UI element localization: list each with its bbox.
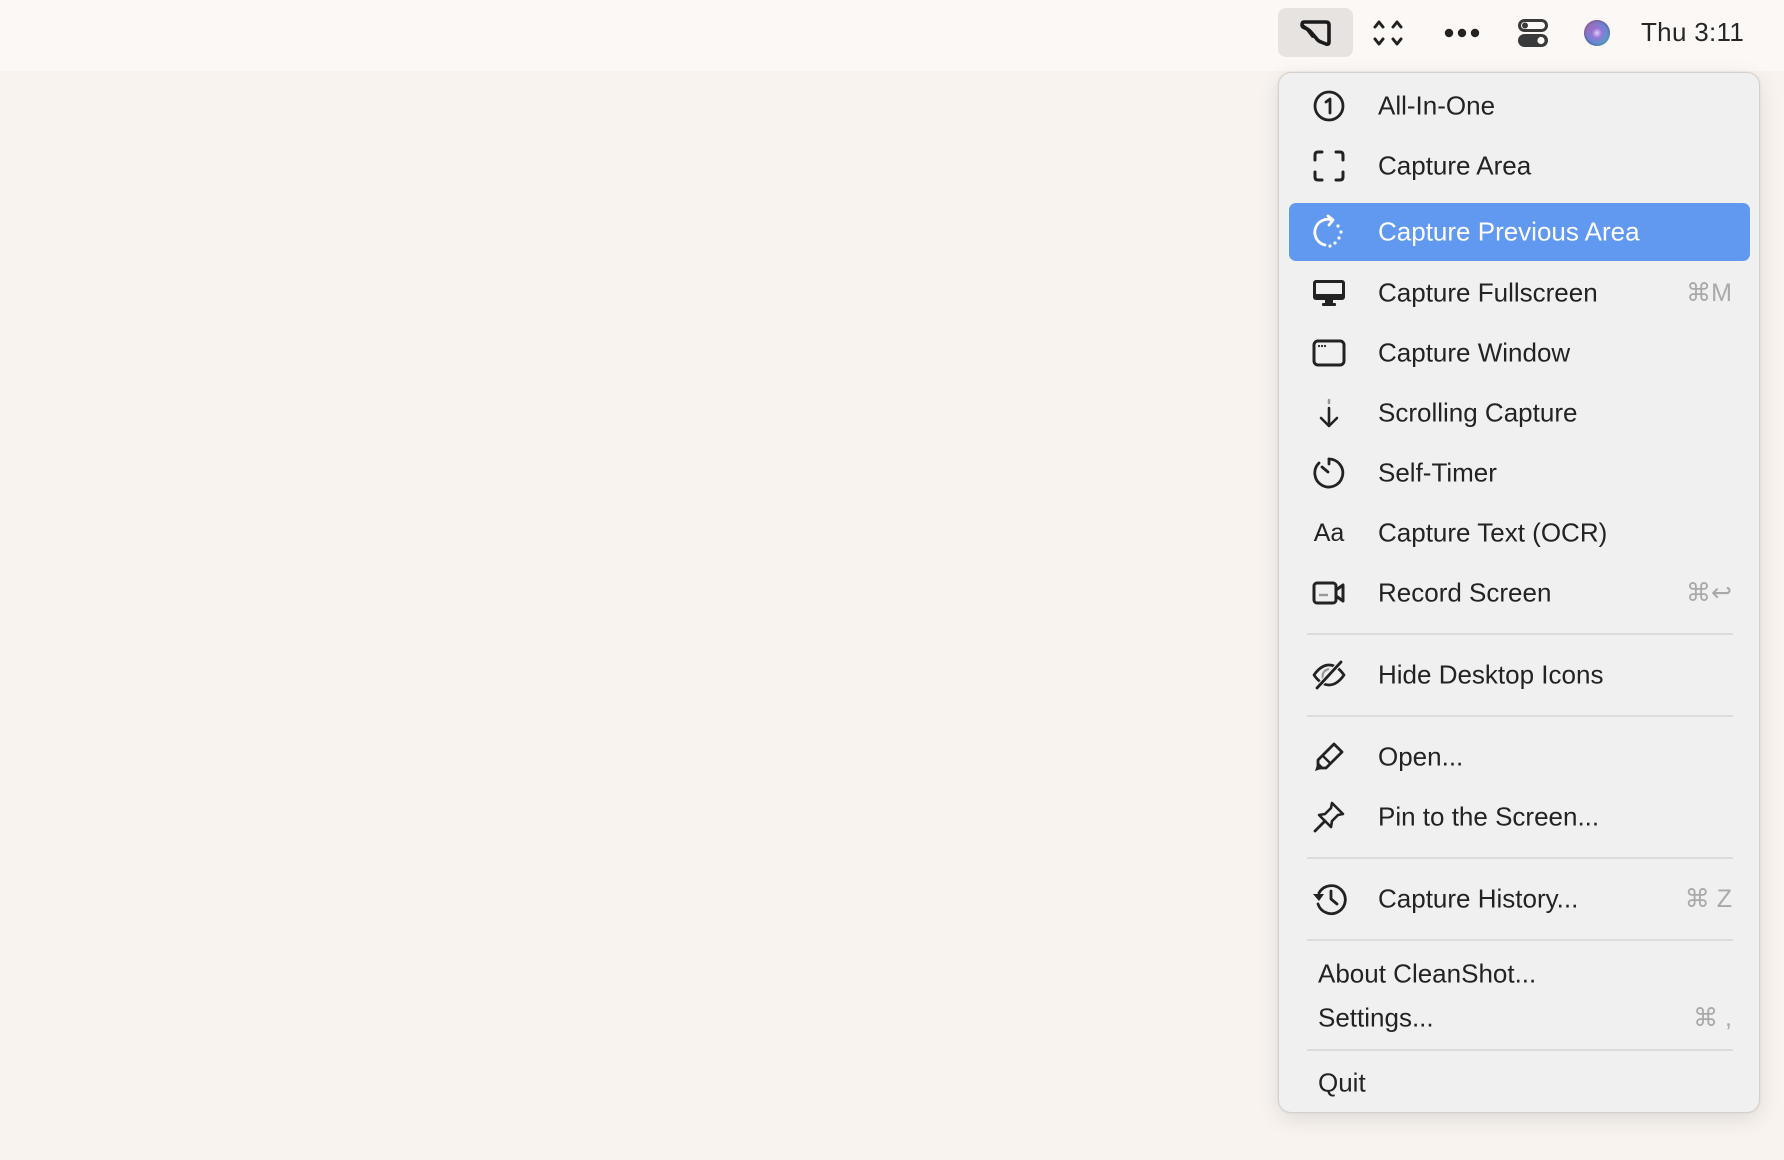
menu-item-label: Hide Desktop Icons bbox=[1378, 659, 1604, 690]
more-dots-icon bbox=[1444, 28, 1480, 38]
menu-item-label: Capture History... bbox=[1378, 883, 1579, 914]
menu-bar: Thu 3:11 bbox=[0, 0, 1784, 71]
menu-item-all-in-one[interactable]: All-In-One bbox=[1289, 77, 1750, 135]
eye-slash-icon bbox=[1311, 657, 1347, 693]
menu-item-shortcut: ⌘↩ bbox=[1686, 579, 1732, 607]
menu-item-label: All-In-One bbox=[1378, 90, 1496, 121]
menu-item-label: Scrolling Capture bbox=[1378, 397, 1578, 428]
menu-item-hide-desktop-icons[interactable]: Hide Desktop Icons bbox=[1289, 646, 1750, 704]
menu-item-capture-fullscreen[interactable]: Capture Fullscreen ⌘M bbox=[1289, 264, 1750, 322]
menu-item-label: Capture Area bbox=[1378, 150, 1532, 181]
text-aa-icon: Aa bbox=[1313, 518, 1345, 547]
more-menubar-button[interactable] bbox=[1440, 8, 1484, 57]
menu-item-self-timer[interactable]: Self-Timer bbox=[1289, 444, 1750, 502]
cleanshot-menubar-button[interactable] bbox=[1278, 8, 1353, 57]
menu-item-capture-history[interactable]: Capture History... ⌘ Z bbox=[1289, 870, 1750, 928]
menu-item-label: Self-Timer bbox=[1378, 457, 1497, 488]
history-icon bbox=[1311, 881, 1347, 917]
menu-item-shortcut: ⌘ Z bbox=[1684, 885, 1732, 913]
siri-icon bbox=[1583, 19, 1611, 47]
video-camera-icon bbox=[1311, 575, 1347, 611]
siri-button[interactable] bbox=[1575, 8, 1619, 57]
window-icon bbox=[1311, 335, 1347, 371]
scroll-arrow-icon bbox=[1311, 395, 1347, 431]
menu-item-record-screen[interactable]: Record Screen ⌘↩ bbox=[1289, 564, 1750, 622]
menu-item-scrolling-capture[interactable]: Scrolling Capture bbox=[1289, 384, 1750, 442]
timer-icon bbox=[1311, 455, 1347, 491]
menu-item-settings[interactable]: Settings... ⌘ , bbox=[1289, 994, 1750, 1042]
menu-item-quit[interactable]: Quit bbox=[1289, 1058, 1750, 1108]
cleanshot-icon bbox=[1299, 18, 1333, 48]
capture-previous-area-icon bbox=[1311, 214, 1347, 250]
menu-item-capture-text-ocr[interactable]: Aa Capture Text (OCR) bbox=[1289, 504, 1750, 562]
crosshair-capture-icon bbox=[1371, 17, 1405, 49]
control-center-icon bbox=[1518, 18, 1548, 47]
menu-item-shortcut: ⌘M bbox=[1686, 279, 1732, 307]
menu-item-label: Open... bbox=[1378, 741, 1464, 772]
menu-item-label: Quit bbox=[1318, 1067, 1366, 1098]
menu-item-pin-to-screen[interactable]: Pin to the Screen... bbox=[1289, 788, 1750, 846]
menu-item-label: Capture Fullscreen bbox=[1378, 277, 1598, 308]
capture-area-icon bbox=[1311, 148, 1347, 184]
menu-item-label: About CleanShot... bbox=[1318, 958, 1537, 989]
menu-item-label: Record Screen bbox=[1378, 577, 1552, 608]
menu-item-label: Capture Text (OCR) bbox=[1378, 517, 1608, 548]
pin-icon bbox=[1311, 799, 1347, 835]
menu-item-about[interactable]: About CleanShot... bbox=[1289, 950, 1750, 998]
menu-item-capture-window[interactable]: Capture Window bbox=[1289, 324, 1750, 382]
monitor-icon bbox=[1311, 275, 1347, 311]
cleanshot-dropdown-menu: All-In-One Capture Area Capture Previous… bbox=[1278, 72, 1760, 1113]
menu-separator bbox=[1307, 857, 1733, 859]
menu-item-label: Capture Window bbox=[1378, 337, 1571, 368]
menu-separator bbox=[1307, 1049, 1733, 1051]
menu-item-open[interactable]: Open... bbox=[1289, 728, 1750, 786]
menu-item-label: Capture Previous Area bbox=[1378, 216, 1640, 247]
all-in-one-icon bbox=[1311, 88, 1347, 124]
menu-item-label: Pin to the Screen... bbox=[1378, 801, 1600, 832]
control-center-button[interactable] bbox=[1511, 8, 1555, 57]
menu-separator bbox=[1307, 633, 1733, 635]
menu-item-capture-previous-area[interactable]: Capture Previous Area bbox=[1289, 203, 1750, 261]
menubar-clock[interactable]: Thu 3:11 bbox=[1641, 8, 1744, 57]
pencil-icon bbox=[1311, 739, 1347, 775]
menu-separator bbox=[1307, 715, 1733, 717]
menu-item-label: Settings... bbox=[1318, 1002, 1434, 1033]
menu-item-capture-area[interactable]: Capture Area bbox=[1289, 137, 1750, 195]
menu-item-shortcut: ⌘ , bbox=[1693, 1004, 1732, 1032]
menu-separator bbox=[1307, 939, 1733, 941]
crosshair-menubar-button[interactable] bbox=[1366, 8, 1410, 57]
